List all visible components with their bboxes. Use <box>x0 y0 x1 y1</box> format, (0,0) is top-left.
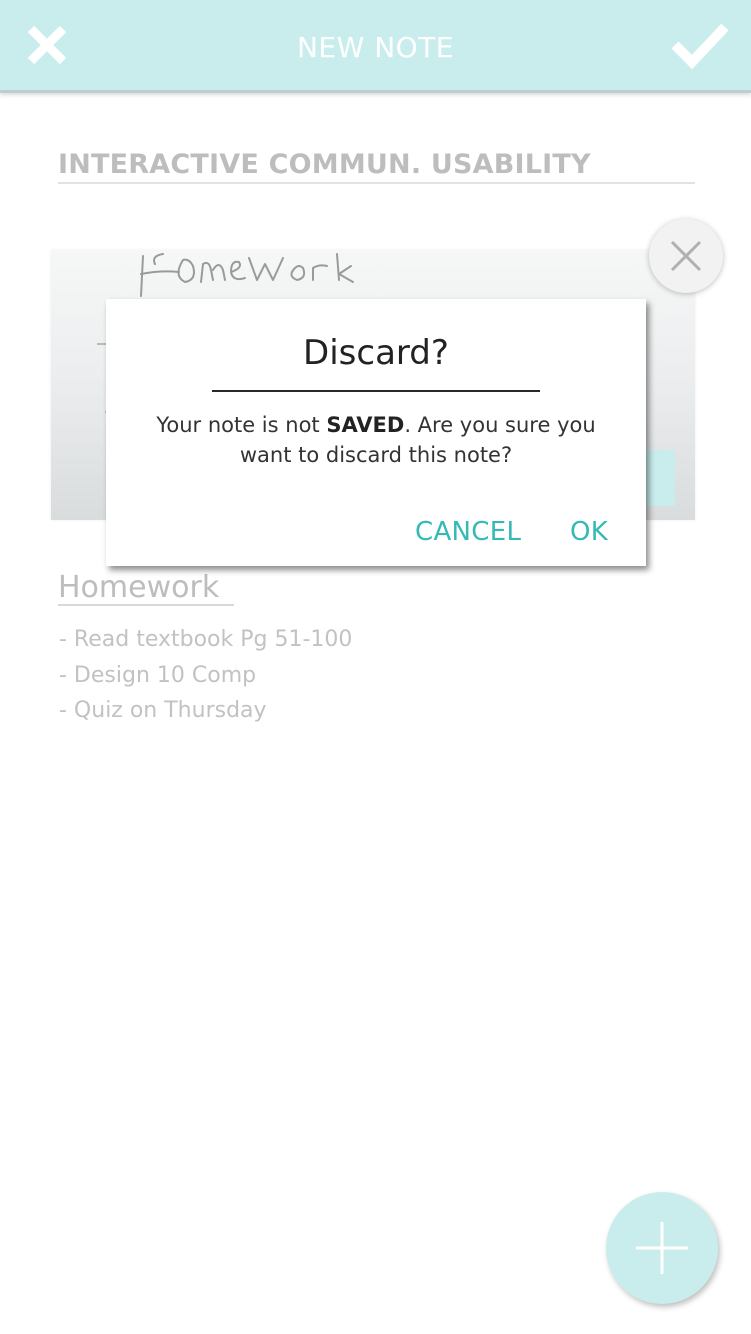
note-line: - Design 10 Comp <box>59 662 257 688</box>
dialog-message-start: Your note is not <box>156 413 327 437</box>
save-button[interactable] <box>655 0 745 90</box>
note-heading[interactable]: Homework <box>58 568 234 606</box>
note-body[interactable]: - Read textbook Pg 51-100 - Design 10 Co… <box>59 622 699 729</box>
dialog-divider <box>212 390 540 392</box>
note-line: - Read textbook Pg 51-100 <box>59 627 353 652</box>
close-icon <box>670 240 702 272</box>
plus-icon <box>636 1222 688 1274</box>
page-title: NEW NOTE <box>296 31 454 64</box>
cancel-button[interactable]: CANCEL <box>415 512 521 552</box>
dialog-message-emphasis: SAVED <box>326 413 405 437</box>
add-button[interactable] <box>606 1192 718 1304</box>
discard-dialog: Discard? Your note is not SAVED. Are you… <box>106 299 646 566</box>
note-line: - Quiz on Thursday <box>59 698 267 723</box>
dialog-message: Your note is not SAVED. Are you sure you… <box>136 410 616 470</box>
check-icon <box>671 23 729 69</box>
ok-button[interactable]: OK <box>570 512 608 552</box>
note-title-field[interactable]: INTERACTIVE COMMUN. USABILITY <box>58 148 695 184</box>
app-header: NEW NOTE <box>0 0 751 93</box>
remove-attachment-button[interactable] <box>649 219 723 293</box>
dialog-title: Discard? <box>303 333 449 373</box>
